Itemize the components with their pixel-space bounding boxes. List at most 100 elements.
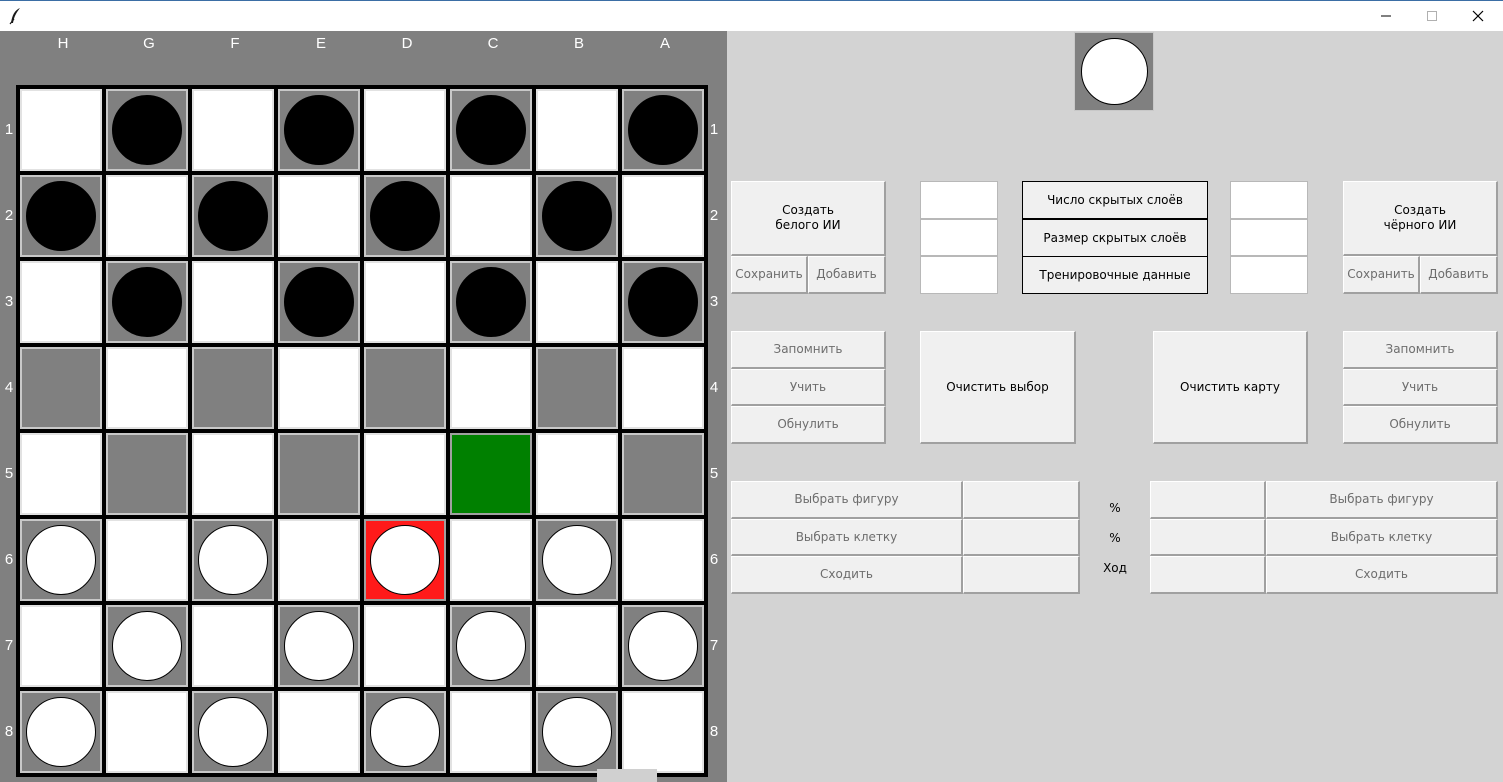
square-e3[interactable] xyxy=(278,261,360,343)
white-select-cell-button[interactable]: Выбрать клетку xyxy=(731,519,963,556)
square-b5[interactable] xyxy=(536,433,618,515)
square-h3[interactable] xyxy=(20,261,102,343)
square-c7[interactable] xyxy=(450,605,532,687)
black-select-cell-button[interactable]: Выбрать клетку xyxy=(1266,519,1498,556)
white-piece[interactable] xyxy=(370,697,440,767)
white-reset-button[interactable]: Обнулить xyxy=(731,406,886,444)
square-b3[interactable] xyxy=(536,261,618,343)
square-c2[interactable] xyxy=(450,175,532,257)
black-piece[interactable] xyxy=(456,267,526,337)
black-layers-count-field[interactable] xyxy=(1230,181,1308,219)
black-reset-button[interactable]: Обнулить xyxy=(1343,406,1498,444)
white-piece[interactable] xyxy=(198,525,268,595)
square-d7[interactable] xyxy=(364,605,446,687)
white-training-data-field[interactable] xyxy=(920,256,998,294)
square-f7[interactable] xyxy=(192,605,274,687)
square-d6[interactable] xyxy=(364,519,446,601)
white-layers-count-field[interactable] xyxy=(920,181,998,219)
black-layers-size-field[interactable] xyxy=(1230,219,1308,256)
white-piece[interactable] xyxy=(198,697,268,767)
square-a4[interactable] xyxy=(622,347,704,429)
maximize-button[interactable] xyxy=(1410,1,1456,31)
square-g3[interactable] xyxy=(106,261,188,343)
selected-white-piece[interactable] xyxy=(370,525,440,595)
square-h2[interactable] xyxy=(20,175,102,257)
square-h5[interactable] xyxy=(20,433,102,515)
square-c3[interactable] xyxy=(450,261,532,343)
square-h4[interactable] xyxy=(20,347,102,429)
black-remember-button[interactable]: Запомнить xyxy=(1343,331,1498,369)
minimize-button[interactable] xyxy=(1364,1,1410,31)
square-d4[interactable] xyxy=(364,347,446,429)
square-d2[interactable] xyxy=(364,175,446,257)
square-f5[interactable] xyxy=(192,433,274,515)
square-f8[interactable] xyxy=(192,691,274,773)
square-a3[interactable] xyxy=(622,261,704,343)
black-training-data-field[interactable] xyxy=(1230,256,1308,294)
black-piece[interactable] xyxy=(370,181,440,251)
black-learn-button[interactable]: Учить xyxy=(1343,369,1498,406)
clear-selection-button[interactable]: Очистить выбор xyxy=(920,331,1076,444)
square-b6[interactable] xyxy=(536,519,618,601)
black-piece[interactable] xyxy=(628,95,698,165)
black-piece[interactable] xyxy=(628,267,698,337)
create-black-ai-button[interactable]: Создать чёрного ИИ xyxy=(1343,181,1498,256)
square-d5[interactable] xyxy=(364,433,446,515)
square-g4[interactable] xyxy=(106,347,188,429)
square-e4[interactable] xyxy=(278,347,360,429)
white-layers-size-field[interactable] xyxy=(920,219,998,256)
square-b2[interactable] xyxy=(536,175,618,257)
square-g1[interactable] xyxy=(106,89,188,171)
black-piece[interactable] xyxy=(542,181,612,251)
white-piece[interactable] xyxy=(628,611,698,681)
white-piece[interactable] xyxy=(542,525,612,595)
square-f3[interactable] xyxy=(192,261,274,343)
square-g2[interactable] xyxy=(106,175,188,257)
square-b4[interactable] xyxy=(536,347,618,429)
square-c8[interactable] xyxy=(450,691,532,773)
square-b1[interactable] xyxy=(536,89,618,171)
white-remember-button[interactable]: Запомнить xyxy=(731,331,886,369)
square-d3[interactable] xyxy=(364,261,446,343)
white-save-button[interactable]: Сохранить xyxy=(731,256,808,294)
square-e5[interactable] xyxy=(278,433,360,515)
square-b8[interactable] xyxy=(536,691,618,773)
square-g5[interactable] xyxy=(106,433,188,515)
square-f2[interactable] xyxy=(192,175,274,257)
square-a1[interactable] xyxy=(622,89,704,171)
white-make-move-button[interactable]: Сходить xyxy=(731,556,963,594)
square-c1[interactable] xyxy=(450,89,532,171)
square-e1[interactable] xyxy=(278,89,360,171)
square-c5[interactable] xyxy=(450,433,532,515)
white-piece[interactable] xyxy=(542,697,612,767)
square-f6[interactable] xyxy=(192,519,274,601)
square-c6[interactable] xyxy=(450,519,532,601)
white-select-piece-button[interactable]: Выбрать фигуру xyxy=(731,481,963,519)
square-d1[interactable] xyxy=(364,89,446,171)
white-piece[interactable] xyxy=(112,611,182,681)
square-h6[interactable] xyxy=(20,519,102,601)
white-learn-button[interactable]: Учить xyxy=(731,369,886,406)
square-a5[interactable] xyxy=(622,433,704,515)
black-piece[interactable] xyxy=(456,95,526,165)
square-f1[interactable] xyxy=(192,89,274,171)
black-piece[interactable] xyxy=(284,267,354,337)
black-piece[interactable] xyxy=(26,181,96,251)
white-piece[interactable] xyxy=(284,611,354,681)
create-white-ai-button[interactable]: Создать белого ИИ xyxy=(731,181,886,256)
black-make-move-button[interactable]: Сходить xyxy=(1266,556,1498,594)
square-e6[interactable] xyxy=(278,519,360,601)
square-g8[interactable] xyxy=(106,691,188,773)
square-g6[interactable] xyxy=(106,519,188,601)
clear-map-button[interactable]: Очистить карту xyxy=(1153,331,1308,444)
black-add-button[interactable]: Добавить xyxy=(1420,256,1498,294)
white-piece[interactable] xyxy=(26,697,96,767)
square-a8[interactable] xyxy=(622,691,704,773)
square-e2[interactable] xyxy=(278,175,360,257)
square-d8[interactable] xyxy=(364,691,446,773)
black-piece[interactable] xyxy=(112,95,182,165)
white-piece[interactable] xyxy=(26,525,96,595)
square-b7[interactable] xyxy=(536,605,618,687)
square-a7[interactable] xyxy=(622,605,704,687)
white-piece[interactable] xyxy=(456,611,526,681)
